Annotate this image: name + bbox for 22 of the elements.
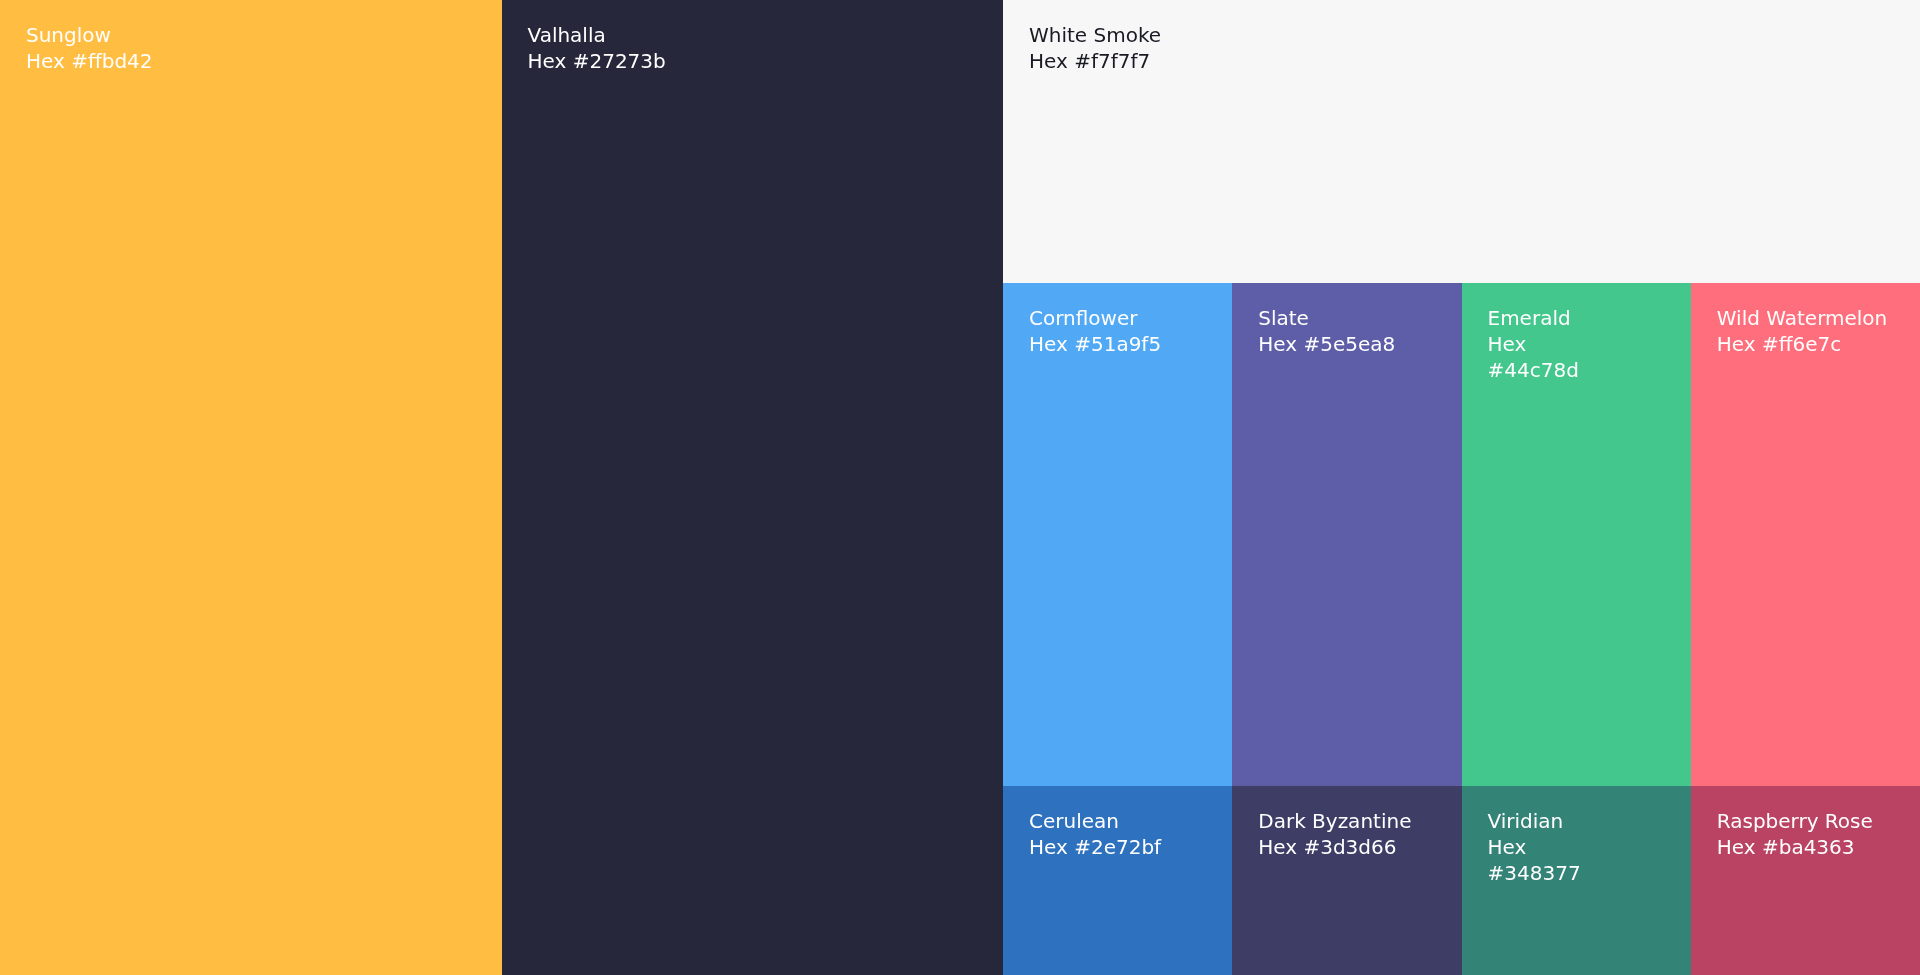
swatch-name: Raspberry Rose — [1716, 808, 1873, 834]
swatch-name: Viridian — [1487, 808, 1564, 834]
hex-code: Hex #ffbd42 — [26, 48, 153, 74]
swatch-name: Cornflower — [1029, 305, 1138, 331]
hex-code: Hex #27273b — [527, 48, 666, 74]
swatch-name: Valhalla — [527, 22, 606, 48]
swatch-name: White Smoke — [1029, 22, 1162, 48]
swatch-name: Dark Byzantine — [1258, 808, 1412, 834]
swatch-name: Sunglow — [26, 22, 111, 48]
hex-code: Hex #ff6e7c — [1716, 331, 1842, 357]
swatch-name: Slate — [1258, 305, 1309, 331]
hex-code: Hex #51a9f5 — [1029, 331, 1162, 357]
swatch-name: Emerald — [1487, 305, 1571, 331]
hex-code: Hex #f7f7f7 — [1029, 48, 1151, 74]
hex-code: Hex #ba4363 — [1716, 834, 1855, 860]
hex-code: Hex #44c78d — [1487, 331, 1579, 383]
hex-code: Hex #2e72bf — [1029, 834, 1162, 860]
hex-code: Hex #3d3d66 — [1258, 834, 1397, 860]
hex-code: Hex #5e5ea8 — [1258, 331, 1396, 357]
swatch-name: Cerulean — [1029, 808, 1119, 834]
swatch-name: Wild Watermelon — [1716, 305, 1888, 331]
hex-code: Hex #348377 — [1487, 834, 1581, 886]
